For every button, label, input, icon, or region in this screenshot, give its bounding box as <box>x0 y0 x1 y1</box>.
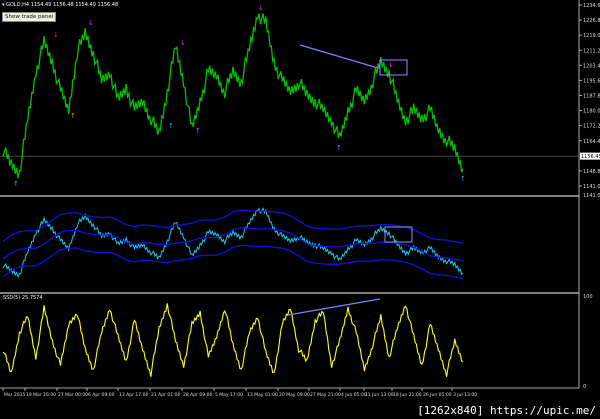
symbol-label: GOLD,H4 <box>6 2 30 8</box>
price-tick-label: 1219.00 <box>583 33 600 39</box>
time-tick-label: 28 Apr 09:00 <box>183 392 212 398</box>
price-tick-label: 1203.40 <box>583 63 600 69</box>
lower-band <box>2 244 464 280</box>
price-tick-label: 1164.40 <box>583 139 600 145</box>
time-tick-label: 26 Jun 05:00 <box>423 392 452 398</box>
up-arrow-icon: ↑ <box>195 127 201 135</box>
price-tick-label: 1141.00 <box>583 184 600 190</box>
oscillator-series <box>2 303 464 377</box>
down-arrow-icon: ↓ <box>388 61 394 69</box>
annotation-box[interactable] <box>384 226 413 243</box>
time-tick-label: 3 Jul 13:00 <box>453 392 477 398</box>
time-tick-label: 13 Apr 17:00 <box>119 392 148 398</box>
oscillator-label: SSD(5) 25.7574 <box>3 295 43 301</box>
time-tick-label: 19 Mar 16:00 <box>26 392 56 398</box>
trend-arrow[interactable] <box>287 298 381 316</box>
time-tick-label: 18 Jun 21:00 <box>393 392 422 398</box>
middle-band <box>2 227 464 262</box>
time-tick-label: 6 Apr 09:00 <box>88 392 115 398</box>
up-arrow-icon: ↑ <box>13 180 19 188</box>
up-arrow-icon: ↑ <box>460 175 466 183</box>
time-tick-label: 13 May 01:00 <box>247 392 278 398</box>
time-tick-label: 20 May 09:00 <box>279 392 310 398</box>
show-trade-panel-button[interactable]: Show trade panel <box>2 12 57 22</box>
price-chart: ↑ ↓ ↑ ↓ ↑ ↓ ↑ ↓ ↑ ↓ ↑ <box>0 4 579 188</box>
time-tick-label: 4 Jun 05:00 <box>341 392 367 398</box>
up-arrow-icon: ↑ <box>336 144 342 152</box>
sub1-axis-label: 1141.00 <box>583 193 600 199</box>
price-tick-label: 1148.80 <box>583 169 600 175</box>
price-tick-label: 1180.00 <box>583 109 600 115</box>
price-tick-label: 1195.60 <box>583 78 600 84</box>
axes: 1234.60 1226.80 1219.00 1211.20 1203.40 1195.… <box>2 3 600 398</box>
osc-max-label: 100 <box>583 294 593 300</box>
bands-subwindow <box>2 207 464 280</box>
trend-arrow[interactable] <box>299 44 379 69</box>
time-tick-label: 5 May 17:00 <box>215 392 243 398</box>
current-price-label: 1156.45 <box>581 154 600 160</box>
price-series <box>2 13 464 179</box>
down-arrow-icon: ↓ <box>53 31 59 39</box>
watermark: [1262x840] https://upic.me/ <box>417 404 596 417</box>
up-arrow-icon: ↑ <box>70 112 76 120</box>
oscillator-subwindow <box>2 303 464 377</box>
down-arrow-icon: ↓ <box>258 4 264 12</box>
chart-header: ▾ GOLD,H4 1154.49 1156.48 1154.49 1156.4… <box>2 2 119 8</box>
ohlc-values: 1154.49 1156.48 1154.49 1156.48 <box>30 2 119 8</box>
time-tick-label: Mar 2015 <box>4 392 26 398</box>
price-tick-label: 1187.80 <box>583 94 600 100</box>
time-tick-label: 27 May 21:00 <box>310 392 341 398</box>
time-tick-label: 11 Jun 13:00 <box>365 392 394 398</box>
time-tick-label: 27 Mar 00:00 <box>58 392 88 398</box>
price-tick-label: 1226.80 <box>583 18 600 24</box>
osc-min-label: 0 <box>583 384 586 390</box>
price-tick-label: 1211.20 <box>583 48 600 54</box>
down-arrow-icon: ↓ <box>180 39 186 47</box>
price-tick-label: 1234.60 <box>583 3 600 9</box>
time-tick-label: 21 Apr 01:00 <box>151 392 180 398</box>
chart-canvas[interactable]: ↑ ↓ ↑ ↓ ↑ ↓ ↑ ↓ ↑ ↓ ↑ 1234.60 1226.80 1219.00 1211.20… <box>0 0 600 419</box>
up-arrow-icon: ↑ <box>168 122 174 130</box>
down-arrow-icon: ↓ <box>88 19 94 27</box>
price-tick-label: 1172.20 <box>583 124 600 130</box>
